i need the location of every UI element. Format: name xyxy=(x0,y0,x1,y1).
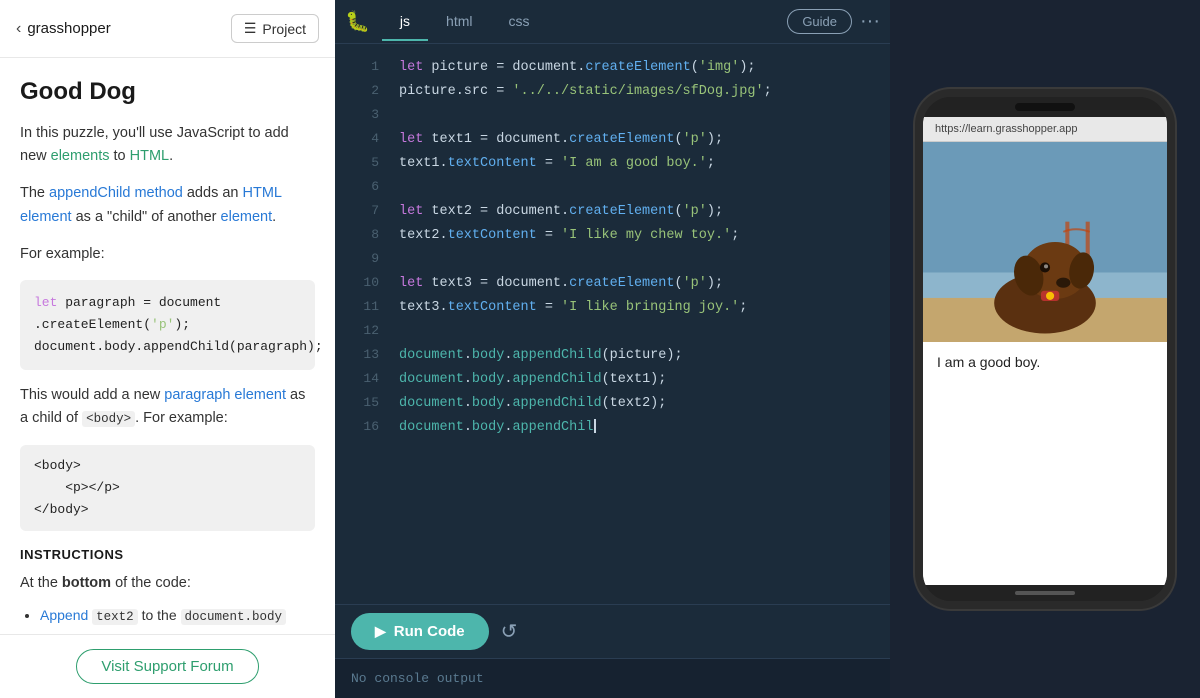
cursor xyxy=(594,419,596,433)
phone-notch xyxy=(1015,103,1075,111)
code-line: 4 let text1 = document.createElement('p'… xyxy=(335,128,890,152)
tab-html[interactable]: html xyxy=(428,3,490,41)
editor-tabs: 🐛 js html css Guide ··· xyxy=(335,0,890,44)
paragraph-element-link[interactable]: paragraph element xyxy=(164,387,286,403)
code-line: 12 xyxy=(335,320,890,344)
more-button[interactable]: ··· xyxy=(860,10,880,33)
project-button[interactable]: ☰ Project xyxy=(231,14,319,43)
appendchild-link[interactable]: appendChild method xyxy=(49,185,183,201)
dog-image xyxy=(923,142,1167,342)
phone-url-bar: https://learn.grasshopper.app xyxy=(923,117,1167,142)
phone-notch-area xyxy=(923,97,1167,117)
back-icon: ‹ xyxy=(16,20,21,38)
phone-bottom-bar xyxy=(923,585,1167,601)
editor-footer: ▶ Run Code ↺ xyxy=(335,604,890,658)
list-icon: ☰ xyxy=(244,20,257,37)
code-line: 7 let text2 = document.createElement('p'… xyxy=(335,200,890,224)
lesson-content: Good Dog In this puzzle, you'll use Java… xyxy=(0,58,335,698)
code-line: 13 document.body.appendChild(picture); xyxy=(335,344,890,368)
instructions-label: INSTRUCTIONS xyxy=(20,547,315,562)
back-button[interactable]: ‹ grasshopper xyxy=(16,20,111,38)
code-line: 1 let picture = document.createElement('… xyxy=(335,56,890,80)
lesson-intro: In this puzzle, you'll use JavaScript to… xyxy=(20,122,315,168)
example-label: For example: xyxy=(20,243,315,266)
tab-js[interactable]: js xyxy=(382,3,428,41)
left-header: ‹ grasshopper ☰ Project xyxy=(0,0,335,58)
code-line: 15 document.body.appendChild(text2); xyxy=(335,392,890,416)
phone-frame: https://learn.grasshopper.app xyxy=(915,89,1175,609)
project-label: Project xyxy=(262,21,306,37)
instruction-item-1: Append text2 to the document.body xyxy=(40,605,315,627)
code-line: 10 let text3 = document.createElement('p… xyxy=(335,272,890,296)
phone-home-indicator xyxy=(1015,591,1075,595)
reset-button[interactable]: ↺ xyxy=(501,619,518,644)
code-editor[interactable]: 1 let picture = document.createElement('… xyxy=(335,44,890,604)
phone-content: I am a good boy. xyxy=(923,142,1167,585)
code-line: 14 document.body.appendChild(text1); xyxy=(335,368,890,392)
run-code-button[interactable]: ▶ Run Code xyxy=(351,613,489,650)
support-label: Visit Support Forum xyxy=(101,658,233,675)
code-line: 9 xyxy=(335,248,890,272)
code-line: 6 xyxy=(335,176,890,200)
console-bar: No console output xyxy=(335,658,890,698)
play-icon: ▶ xyxy=(375,623,386,640)
bug-icon: 🐛 xyxy=(345,9,370,34)
tab-css[interactable]: css xyxy=(490,3,547,41)
guide-button[interactable]: Guide xyxy=(787,9,852,34)
html-link[interactable]: HTML xyxy=(130,148,169,164)
instructions-text: At the bottom of the code: xyxy=(20,572,315,595)
phone-caption: I am a good boy. xyxy=(923,342,1167,382)
lesson-para2: This would add a new paragraph element a… xyxy=(20,384,315,430)
code-line: 2 picture.src = '../../static/images/sfD… xyxy=(335,80,890,104)
code-example: let paragraph = document .createElement(… xyxy=(20,280,315,370)
code-line: 5 text1.textContent = 'I am a good boy.'… xyxy=(335,152,890,176)
lesson-para1: The appendChild method adds an HTML elem… xyxy=(20,182,315,228)
code-line: 16 document.body.appendChil xyxy=(335,416,890,440)
left-panel: ‹ grasshopper ☰ Project Good Dog In this… xyxy=(0,0,335,698)
element-link[interactable]: element xyxy=(221,209,273,225)
code-line: 8 text2.textContent = 'I like my chew to… xyxy=(335,224,890,248)
app-title: grasshopper xyxy=(27,20,110,37)
elements-link[interactable]: elements xyxy=(51,148,110,164)
support-forum-button[interactable]: Visit Support Forum xyxy=(76,649,258,684)
left-footer: Visit Support Forum xyxy=(0,634,335,698)
phone-preview-panel: https://learn.grasshopper.app xyxy=(890,0,1200,698)
code-line: 11 text3.textContent = 'I like bringing … xyxy=(335,296,890,320)
lesson-title: Good Dog xyxy=(20,78,315,106)
phone-screen: https://learn.grasshopper.app xyxy=(923,117,1167,585)
html-example: <body> <p></p> </body> xyxy=(20,445,315,531)
code-editor-panel: 🐛 js html css Guide ··· 1 let picture = … xyxy=(335,0,890,698)
append-link-1[interactable]: Append xyxy=(40,607,88,623)
code-line: 3 xyxy=(335,104,890,128)
console-output: No console output xyxy=(351,671,484,686)
run-label: Run Code xyxy=(394,623,465,640)
